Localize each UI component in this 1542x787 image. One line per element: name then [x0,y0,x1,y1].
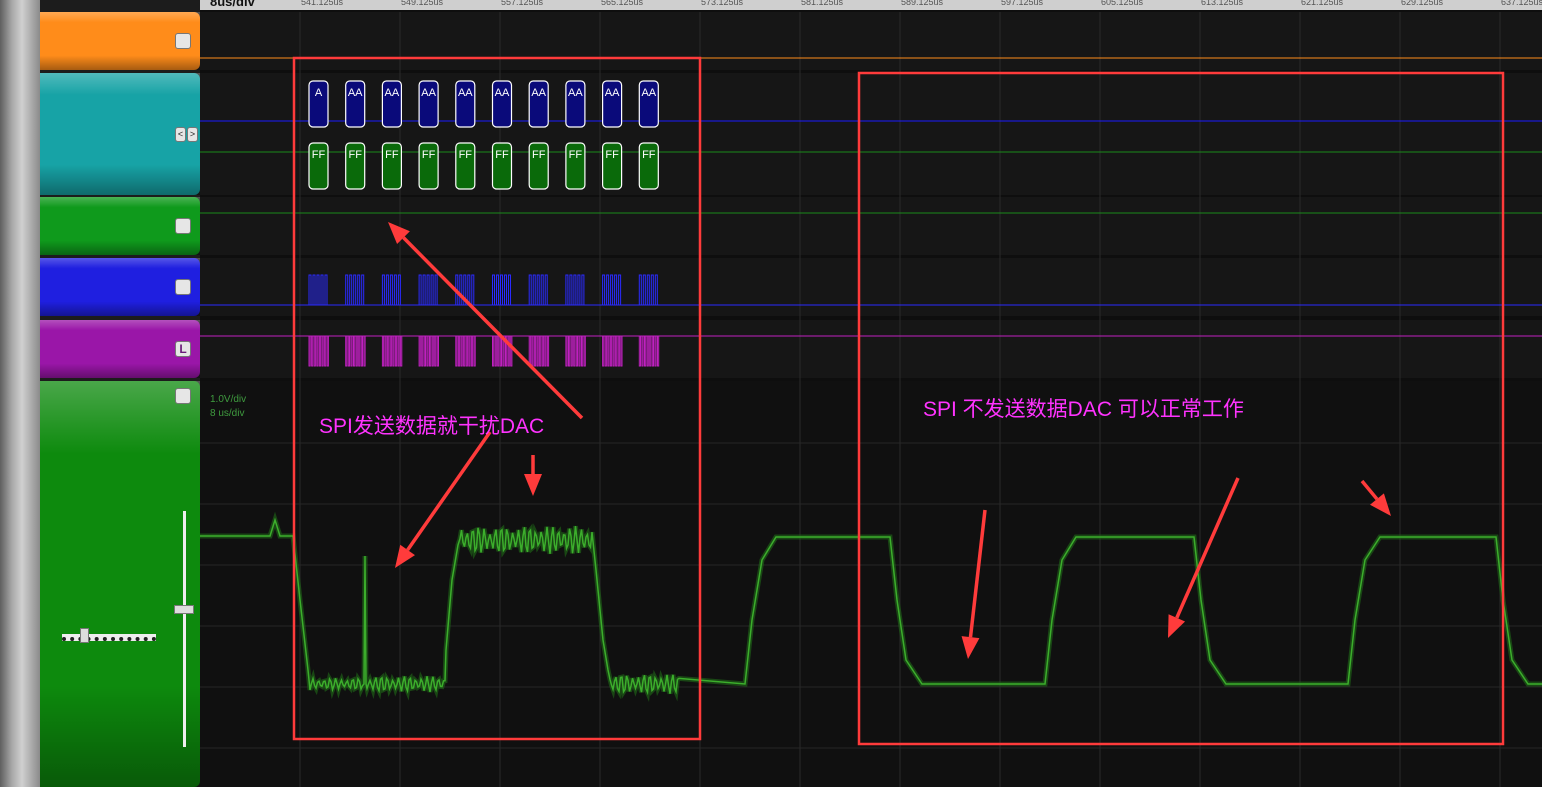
vertical-offset-slider[interactable] [174,511,194,747]
spi-nav-next-button[interactable]: > [187,127,198,142]
digital-7-burst [455,335,476,367]
spi-miso-byte-label: FF [422,149,436,161]
digital-6-burst [638,274,658,306]
channel-digital-6[interactable] [0,258,200,316]
digital-7-burst [638,335,660,367]
annotation-arrow-line [1360,479,1379,501]
spi-mosi-byte-label: AA [495,87,510,99]
gain-slider-thumb[interactable] [80,628,89,643]
digital-7-burst [492,335,513,367]
vertical-offset-thumb[interactable] [174,605,194,614]
spi-miso-byte-label: FF [385,149,399,161]
spi-mosi-byte-label: AA [385,87,400,99]
channel-number-cell [0,320,40,378]
annotation-arrow-line [968,509,987,638]
annotation-arrow-head [961,636,980,659]
digital-7-burst [418,335,439,367]
annotation-arrow-head [524,474,542,496]
trigger-edge-icon[interactable]: L [175,341,191,357]
channel-number-cell [0,197,40,255]
digital-6-burst [602,274,622,306]
spi-miso-byte-label: FF [495,149,509,161]
digital-6-burst [418,274,438,306]
channel-digital-7[interactable]: L [0,320,200,378]
digital-6-burst [308,274,328,306]
channel-digital-3[interactable] [0,12,200,70]
channel-sidebar: < > L [0,0,200,787]
spi-mosi-byte-label: A [315,87,323,99]
digital-7-burst [602,335,623,367]
spi-miso-byte-label: FF [642,149,656,161]
channel-number-cell [0,381,40,787]
channel-label-panel[interactable] [40,12,200,70]
digital-6-burst [345,274,365,306]
waveform-area[interactable]: 8us/div 541.125us 549.125us 557.125us 565.1… [200,0,1542,787]
waveform-canvas: A AA AA AA AA AA AA AA AA AAFF FF FF FF FF FF FF FF FF FF [200,12,1542,787]
spi-miso-byte-label: FF [459,149,473,161]
channel-label-panel[interactable]: L [40,320,200,378]
channel-label-panel[interactable]: < > [40,73,200,195]
digital-7-burst [528,335,550,367]
channel-label-panel[interactable] [40,381,200,787]
digital-7-burst [345,335,366,367]
channel-number-cell [0,258,40,316]
spi-mosi-byte-label: AA [531,87,546,99]
digital-7-burst [565,335,586,367]
channel-digital-5[interactable] [0,197,200,255]
spi-mosi-byte-label: AA [641,87,656,99]
channel-enable-checkbox[interactable] [175,279,191,295]
digital-6-burst [565,274,585,306]
digital-6-burst [492,274,511,306]
spi-mosi-byte-label: AA [605,87,620,99]
spi-mosi-byte-label: AA [421,87,436,99]
spi-mosi-byte-label: AA [458,87,473,99]
annotation-dac-normal: SPI 不发送数据DAC 可以正常工作 [923,398,1244,421]
spi-miso-byte-label: FF [312,149,326,161]
annotation-spi-interference: SPI发送数据就干扰DAC [319,415,545,438]
spi-mosi-byte-label: AA [568,87,583,99]
spi-miso-byte-label: FF [348,149,362,161]
channel-spi-6[interactable]: < > [0,73,200,195]
channel-enable-checkbox[interactable] [175,218,191,234]
annotation-arrow-line [1175,477,1240,619]
channel-enable-checkbox[interactable] [175,33,191,49]
digital-7-burst [308,335,329,367]
channel-enable-checkbox[interactable] [175,388,191,404]
channel-number-cell [0,73,40,195]
spi-miso-byte-label: FF [569,149,583,161]
channel-number-cell [0,12,40,70]
annotation-arrow-line [402,236,584,420]
channel-label-panel[interactable] [40,258,200,316]
spi-miso-byte-label: FF [532,149,546,161]
channel-bus[interactable] [0,381,200,787]
digital-6-burst [528,274,548,306]
digital-6-burst [381,274,401,306]
channel-label-panel[interactable] [40,197,200,255]
spi-mosi-byte-label: AA [348,87,363,99]
spi-nav-prev-button[interactable]: < [175,127,186,142]
gain-slider[interactable] [62,628,156,643]
digital-7-burst [381,335,403,367]
spi-miso-byte-label: FF [605,149,619,161]
